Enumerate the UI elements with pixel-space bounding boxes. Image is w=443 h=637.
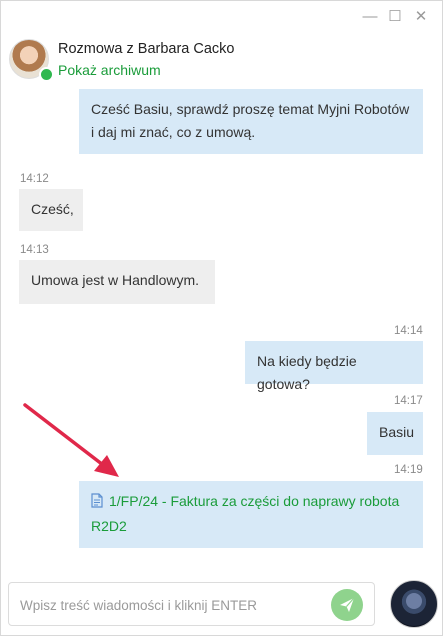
chat-window: — ☐ ✕ Rozmowa z Barbara Cacko Pokaż arch… xyxy=(0,0,443,636)
message-bubble-outgoing: Na kiedy będzie gotowa? xyxy=(245,341,423,392)
message-bubble-incoming: Cześć, xyxy=(19,189,83,231)
message-text: Basiu xyxy=(379,424,415,440)
message-text: Na kiedy będzie gotowa? xyxy=(257,353,357,392)
message-bubble-incoming: Umowa jest w Handlowym. xyxy=(19,260,215,304)
message-composer xyxy=(8,582,375,626)
show-archive-link[interactable]: Pokaż archiwum xyxy=(58,62,161,78)
close-button[interactable]: ✕ xyxy=(410,5,432,27)
message-bubble-file[interactable]: 1/FP/24 - Faktura za części do naprawy r… xyxy=(79,481,423,548)
message-bubble-outgoing: Basiu xyxy=(367,412,423,455)
message-text: Cześć, xyxy=(31,201,74,217)
message-time: 14:14 xyxy=(394,325,423,337)
message-text: Umowa jest w Handlowym. xyxy=(31,272,200,288)
message-input[interactable] xyxy=(18,593,322,617)
maximize-button[interactable]: ☐ xyxy=(384,5,406,27)
online-status-icon xyxy=(39,67,54,82)
message-bubble-outgoing: Cześć Basiu, sprawdź proszę temat Myjni … xyxy=(79,89,423,154)
send-button[interactable] xyxy=(331,589,363,621)
message-time: 14:17 xyxy=(394,395,423,407)
document-icon xyxy=(91,492,103,515)
file-link[interactable]: 1/FP/24 - Faktura za części do naprawy r… xyxy=(91,493,399,534)
message-text: Cześć Basiu, sprawdź proszę temat Myjni … xyxy=(91,101,410,140)
message-time: 14:19 xyxy=(394,464,423,476)
minimize-button[interactable]: — xyxy=(359,5,381,27)
title-bar: — ☐ ✕ xyxy=(1,1,442,31)
user-avatar[interactable] xyxy=(390,580,438,628)
chat-header: Rozmowa z Barbara Cacko Pokaż archiwum xyxy=(9,37,434,85)
send-icon xyxy=(340,597,355,612)
message-time: 14:13 xyxy=(20,244,49,256)
chat-title: Rozmowa z Barbara Cacko xyxy=(58,41,235,57)
message-time: 14:12 xyxy=(20,173,49,185)
